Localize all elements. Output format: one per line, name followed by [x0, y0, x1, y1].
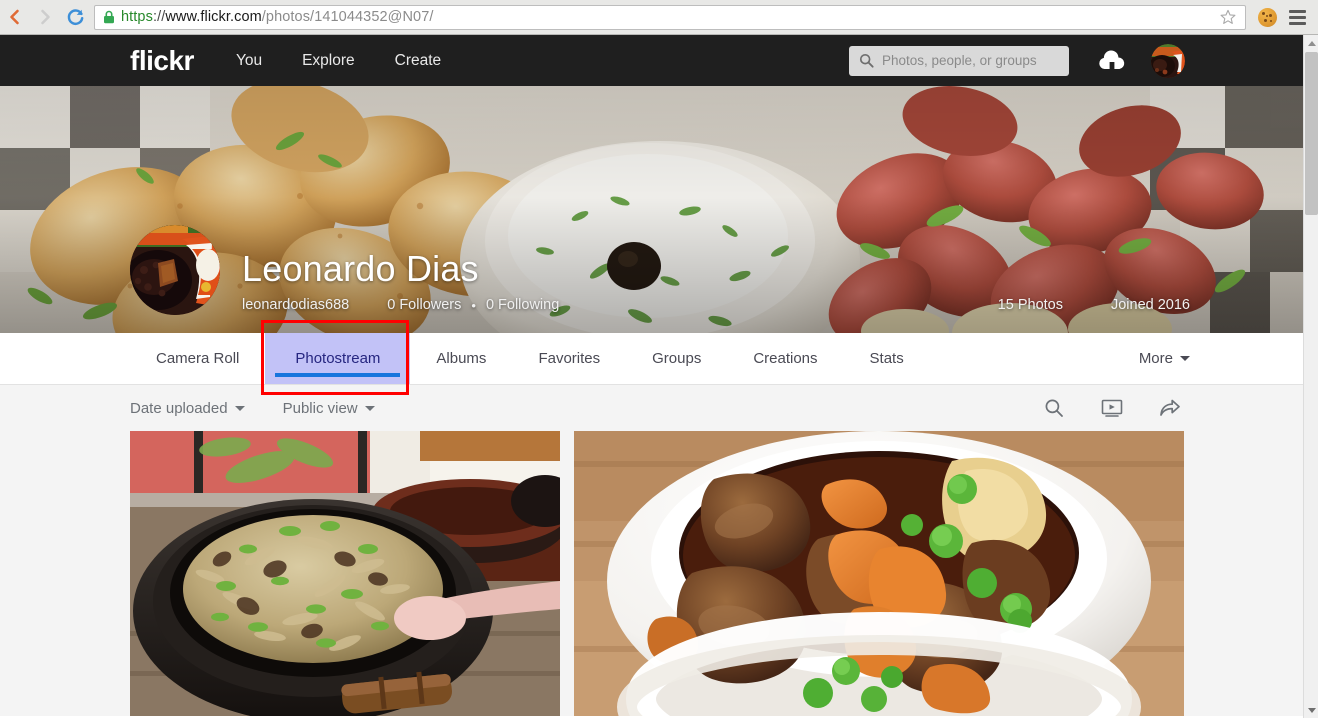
- bookmark-star-icon[interactable]: [1215, 9, 1241, 25]
- search-icon: [1045, 399, 1063, 417]
- chevron-down-icon: [1180, 356, 1190, 361]
- url-separator: ://: [152, 9, 166, 25]
- chevron-down-icon: [234, 405, 245, 411]
- tab-camera-roll[interactable]: Camera Roll: [130, 333, 265, 384]
- nav-links: You Explore Create: [236, 52, 481, 70]
- tab-more-label: More: [1138, 350, 1173, 367]
- page-title: Leonardo Dias: [242, 248, 479, 290]
- photostream-grid: [0, 431, 1303, 716]
- url-text: https://www.flickr.com/photos/141044352@…: [121, 9, 1215, 25]
- hamburger-menu-icon: [1288, 9, 1306, 25]
- search-input[interactable]: [882, 53, 1059, 68]
- browser-menu-button[interactable]: [1282, 2, 1312, 32]
- photo-count: 15 Photos: [997, 297, 1063, 313]
- nav-link-explore[interactable]: Explore: [302, 52, 355, 70]
- page-scrollbar[interactable]: [1303, 35, 1318, 718]
- tabs-list: Camera Roll Photostream Albums Favorites…: [130, 333, 1139, 384]
- tab-stats[interactable]: Stats: [844, 333, 930, 384]
- site-search-box[interactable]: [849, 45, 1069, 76]
- address-bar[interactable]: https://www.flickr.com/photos/141044352@…: [94, 4, 1246, 30]
- tab-favorites[interactable]: Favorites: [512, 333, 626, 384]
- sort-dropdown-label: Date uploaded: [130, 399, 228, 417]
- tab-label: Stats: [869, 350, 904, 367]
- scroll-down-arrow-icon: [1307, 707, 1316, 713]
- followers-count[interactable]: 0 Followers: [387, 297, 461, 313]
- tab-photostream[interactable]: Photostream: [265, 333, 411, 384]
- profile-tabs: Camera Roll Photostream Albums Favorites…: [0, 320, 1303, 395]
- forward-arrow-icon: [41, 9, 50, 25]
- scroll-up-arrow-icon: [1307, 40, 1316, 46]
- cover-photo: Leonardo Dias leonardodias688 0 Follower…: [0, 86, 1303, 333]
- tab-label: Groups: [652, 350, 702, 367]
- profile-meta: leonardodias688 0 Followers • 0 Followin…: [242, 297, 559, 313]
- tab-label: Creations: [753, 350, 818, 367]
- photo-thumb-2[interactable]: [574, 431, 1184, 716]
- reload-button[interactable]: [60, 2, 90, 32]
- tab-label: Camera Roll: [156, 350, 240, 367]
- url-path: /photos/141044352@N07/: [261, 9, 434, 25]
- url-scheme: https: [121, 9, 153, 25]
- share-button[interactable]: [1150, 393, 1190, 423]
- tab-groups[interactable]: Groups: [626, 333, 727, 384]
- scroll-down-button[interactable]: [1304, 702, 1318, 718]
- browser-toolbar: https://www.flickr.com/photos/141044352@…: [0, 0, 1318, 35]
- photo-thumb-2-image: [574, 431, 1184, 716]
- joined-date: Joined 2016: [1110, 297, 1190, 313]
- active-tab-underline: [275, 373, 401, 377]
- flickr-top-nav: flickr You Explore Create: [0, 35, 1303, 86]
- view-dropdown[interactable]: Public view: [283, 400, 375, 417]
- photostream-search-button[interactable]: [1034, 393, 1074, 423]
- padlock-icon: [103, 10, 115, 24]
- forward-button[interactable]: [30, 2, 60, 32]
- tab-more[interactable]: More: [1139, 333, 1190, 384]
- cover-stats: 15 Photos Joined 2016: [998, 297, 1190, 313]
- tab-label: Photostream: [295, 350, 381, 367]
- tab-creations[interactable]: Creations: [727, 333, 843, 384]
- slideshow-icon: [1101, 399, 1123, 417]
- upload-button[interactable]: [1097, 49, 1127, 73]
- back-button[interactable]: [0, 2, 30, 32]
- url-host: www.flickr.com: [165, 9, 262, 25]
- search-icon: [859, 53, 874, 68]
- meta-separator: •: [471, 297, 476, 313]
- view-dropdown-label: Public view: [282, 399, 358, 417]
- flickr-logo[interactable]: flickr: [130, 46, 194, 75]
- scrollbar-thumb[interactable]: [1305, 52, 1318, 215]
- scroll-up-button[interactable]: [1304, 35, 1318, 51]
- following-count[interactable]: 0 Following: [486, 297, 559, 313]
- profile-avatar[interactable]: [130, 225, 220, 315]
- reload-icon: [67, 8, 83, 25]
- cloud-upload-icon: [1099, 49, 1125, 69]
- page-viewport: flickr You Explore Create Photos, people…: [0, 35, 1303, 718]
- tab-albums[interactable]: Albums: [410, 333, 512, 384]
- photo-thumb-1-image: [130, 431, 560, 716]
- tab-label: Favorites: [538, 350, 601, 367]
- chevron-down-icon: [364, 405, 375, 411]
- nav-right-group: [849, 35, 1185, 86]
- profile-text-group: Leonardo Dias leonardodias688 0 Follower…: [242, 248, 559, 315]
- avatar-image: [1151, 43, 1185, 78]
- sort-dropdown[interactable]: Date uploaded: [130, 400, 245, 417]
- photo-thumb-1[interactable]: [130, 431, 560, 716]
- nav-link-you[interactable]: You: [236, 52, 262, 70]
- toolbar-actions: [1016, 393, 1190, 423]
- photostream-toolbar: Date uploaded Public view: [0, 385, 1303, 431]
- cookie-icon: [1257, 7, 1277, 27]
- profile-header: Leonardo Dias leonardodias688 0 Follower…: [130, 225, 559, 315]
- slideshow-button[interactable]: [1092, 393, 1132, 423]
- cookie-extension-button[interactable]: [1252, 2, 1282, 32]
- avatar[interactable]: [1151, 43, 1185, 78]
- share-icon: [1160, 399, 1180, 416]
- tab-label: Albums: [436, 350, 487, 367]
- nav-link-create[interactable]: Create: [395, 52, 442, 70]
- back-arrow-icon: [10, 9, 19, 25]
- profile-username: leonardodias688: [242, 297, 350, 313]
- filter-group: Date uploaded Public view: [130, 400, 413, 417]
- profile-avatar-image: [130, 225, 220, 315]
